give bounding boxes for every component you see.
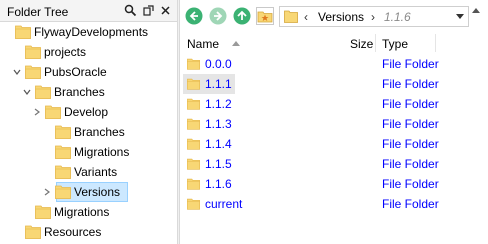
file-name[interactable]: 1.1.1: [205, 77, 232, 91]
tree-item-label: FlywayDevelopments: [34, 25, 149, 39]
column-type[interactable]: Type: [382, 32, 408, 54]
sort-ascending-icon: [232, 41, 240, 46]
folder-icon: [55, 185, 71, 199]
folder-icon: [25, 65, 41, 79]
tree-item[interactable]: projects: [0, 42, 177, 62]
file-type: File Folder: [382, 177, 439, 191]
tree-item-label: Migrations: [74, 145, 130, 159]
file-row[interactable]: 1.1.3 File Folder: [180, 114, 488, 134]
tree-item-label: Branches: [74, 125, 125, 139]
chevron-down-icon[interactable]: [456, 14, 464, 19]
folder-icon: [187, 137, 200, 151]
folder-icon: [55, 145, 71, 159]
folder-icon: [187, 57, 200, 71]
column-header: Name Size Type: [180, 32, 488, 54]
column-size[interactable]: Size: [350, 32, 373, 54]
navigation-toolbar: ‹ Versions › 1.1.6: [180, 0, 488, 32]
folder-tree-title: Folder Tree: [7, 5, 69, 19]
folder-icon: [284, 10, 298, 23]
folder-icon: [55, 125, 71, 139]
tree-item[interactable]: FlywayDevelopments: [0, 22, 177, 42]
folder-icon: [187, 117, 200, 131]
chevron-down-icon[interactable]: [22, 86, 32, 96]
tree-item-label: Resources: [44, 225, 102, 239]
file-list: 0.0.0 File Folder 1.1.1 File Folder 1.1.2 Fil…: [180, 54, 488, 244]
close-icon[interactable]: [159, 4, 172, 17]
file-type: File Folder: [382, 57, 439, 71]
file-row[interactable]: 1.1.5 File Folder: [180, 154, 488, 174]
folder-icon: [15, 25, 31, 39]
file-type: File Folder: [382, 137, 439, 151]
folder-icon: [187, 157, 200, 171]
tree-item[interactable]: PubsOracle: [0, 62, 177, 82]
folder-icon: [25, 45, 41, 59]
folder-tree: FlywayDevelopments projects PubsOracle Bran…: [0, 22, 177, 244]
tree-item[interactable]: Variants: [0, 162, 177, 182]
folder-tree-pane: Folder Tree FlywayDevelopments projects Pu…: [0, 0, 177, 244]
search-icon[interactable]: [124, 4, 137, 17]
tree-item-label: Variants: [74, 165, 118, 179]
file-row[interactable]: 1.1.4 File Folder: [180, 134, 488, 154]
tree-item-label: Versions: [74, 185, 121, 199]
chevron-right-icon[interactable]: [42, 186, 52, 196]
tree-item[interactable]: Migrations: [0, 142, 177, 162]
file-row[interactable]: current File Folder: [180, 194, 488, 214]
file-type: File Folder: [382, 97, 439, 111]
folder-icon: [35, 85, 51, 99]
file-name[interactable]: 1.1.4: [205, 137, 232, 151]
file-name[interactable]: 1.1.3: [205, 117, 232, 131]
tree-item[interactable]: Versions: [0, 182, 177, 202]
column-divider[interactable]: [435, 34, 436, 52]
vertical-scrollbar[interactable]: [482, 54, 488, 244]
file-type: File Folder: [382, 197, 439, 211]
folder-icon: [35, 205, 51, 219]
tree-item-label: Develop: [64, 105, 109, 119]
tree-item-label: Migrations: [54, 205, 110, 219]
folder-icon: [45, 105, 61, 119]
tree-item[interactable]: Resources: [0, 222, 177, 242]
column-divider[interactable]: [375, 34, 376, 52]
breadcrumb-versions[interactable]: Versions: [318, 10, 364, 24]
folder-tree-header: Folder Tree: [0, 0, 177, 22]
unpin-icon[interactable]: [142, 4, 155, 17]
file-name[interactable]: 1.1.6: [205, 177, 232, 191]
folder-icon: [25, 225, 41, 239]
scroll-up-icon[interactable]: [472, 8, 480, 13]
file-type: File Folder: [382, 157, 439, 171]
file-type: File Folder: [382, 117, 439, 131]
file-type: File Folder: [382, 77, 439, 91]
folder-icon: [187, 97, 200, 111]
file-row[interactable]: 1.1.6 File Folder: [180, 174, 488, 194]
file-row[interactable]: 1.1.1 File Folder: [180, 74, 488, 94]
file-name[interactable]: 0.0.0: [205, 57, 232, 71]
address-back-separator[interactable]: ‹: [304, 10, 308, 24]
favorites-folder-icon[interactable]: [256, 7, 274, 25]
file-name[interactable]: 1.1.5: [205, 157, 232, 171]
breadcrumb-current[interactable]: 1.1.6: [384, 10, 411, 24]
folder-icon: [187, 177, 200, 191]
tree-item[interactable]: Branches: [0, 82, 177, 102]
file-name[interactable]: 1.1.2: [205, 97, 232, 111]
tree-item-label: PubsOracle: [44, 65, 107, 79]
column-name[interactable]: Name: [187, 32, 219, 54]
chevron-right-icon[interactable]: [32, 106, 42, 116]
forward-icon[interactable]: [209, 7, 227, 25]
back-icon[interactable]: [185, 7, 203, 25]
folder-icon: [187, 77, 200, 91]
file-list-pane: ‹ Versions › 1.1.6 Name Size Type 0.0.0 F…: [180, 0, 488, 244]
tree-item-label: Branches: [54, 85, 105, 99]
up-icon[interactable]: [233, 7, 251, 25]
file-name[interactable]: current: [205, 197, 242, 211]
tree-item[interactable]: Migrations: [0, 202, 177, 222]
folder-icon: [187, 197, 200, 211]
tree-item-label: projects: [44, 45, 87, 59]
chevron-down-icon[interactable]: [12, 66, 22, 76]
folder-icon: [55, 165, 71, 179]
file-row[interactable]: 0.0.0 File Folder: [180, 54, 488, 74]
tree-item[interactable]: Develop: [0, 102, 177, 122]
file-row[interactable]: 1.1.2 File Folder: [180, 94, 488, 114]
address-bar[interactable]: ‹ Versions › 1.1.6: [279, 6, 469, 27]
tree-item[interactable]: Branches: [0, 122, 177, 142]
breadcrumb-separator[interactable]: ›: [371, 10, 375, 24]
